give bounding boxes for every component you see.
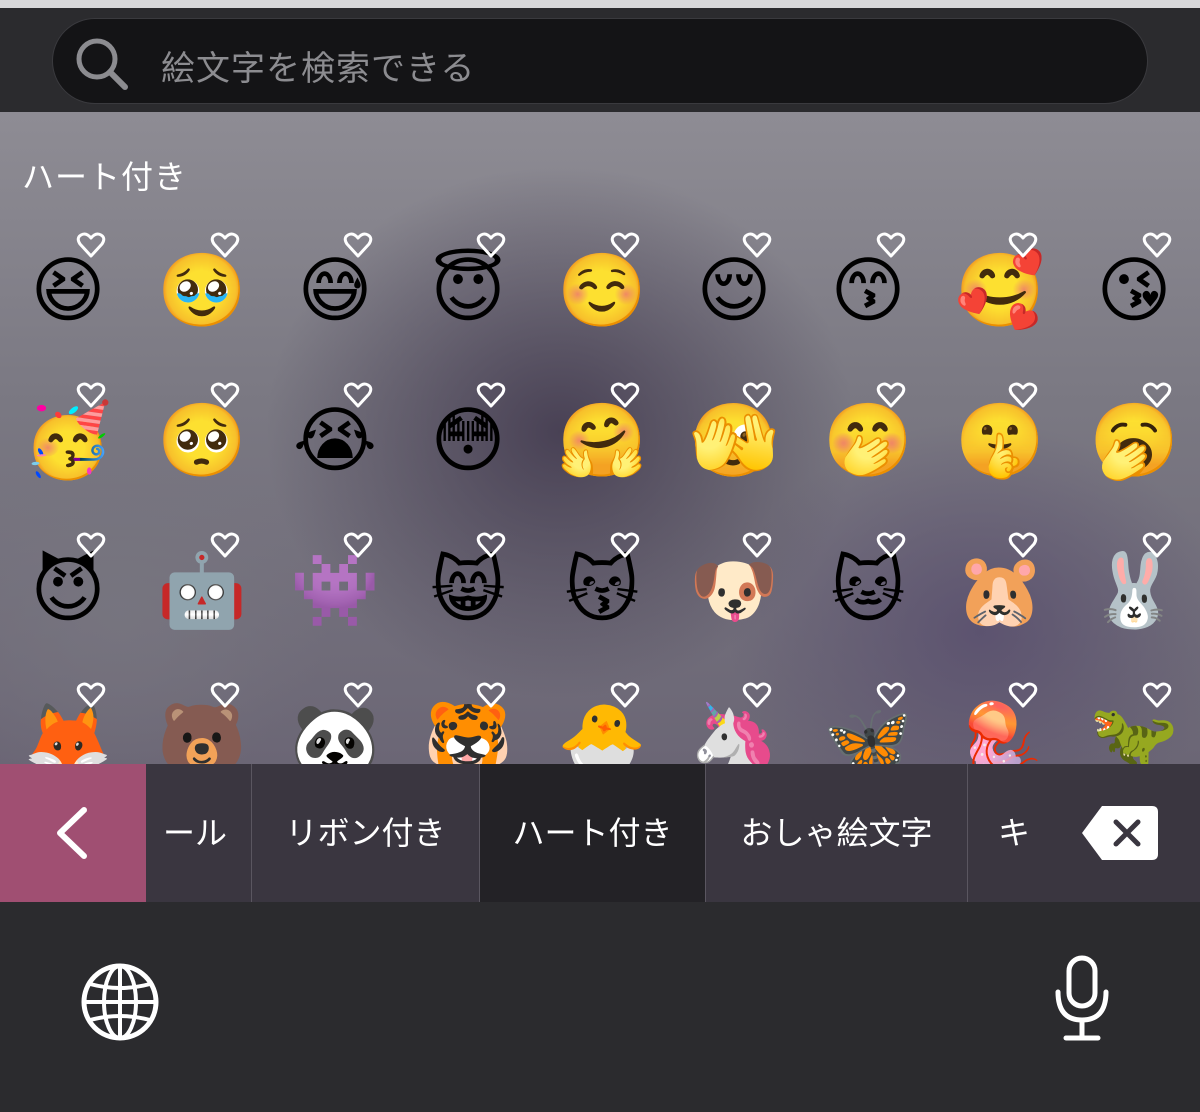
emoji-cell[interactable]: 🦋	[818, 682, 928, 764]
emoji-cell[interactable]: 😳	[418, 382, 528, 492]
emoji-keyboard-screen: 絵文字を検索できる ハート付き 😆 🥹 😅 😇 ☺️ 😌 😙 🥰 😘 🥳 🥺 😭 😳 🤗 🫣 🤭 🤫 🥱 😈 🤖 👾 😸 😽…	[0, 0, 1200, 1112]
emoji-cell[interactable]: 😸	[418, 532, 528, 642]
heart-mark-icon	[742, 382, 772, 408]
heart-mark-icon	[76, 532, 106, 558]
emoji-cell[interactable]: 😙	[818, 232, 928, 342]
category-bar: ール リボン付き ハート付き おしゃ絵文字 キ	[0, 764, 1200, 902]
heart-mark-icon	[742, 532, 772, 558]
emoji-cell[interactable]: 😈	[18, 532, 128, 642]
globe-icon[interactable]	[80, 962, 160, 1042]
tab-category-0[interactable]: ール	[146, 764, 252, 902]
emoji-cell[interactable]: 😘	[1084, 232, 1194, 342]
emoji-cell[interactable]: 🦖	[1084, 682, 1194, 764]
bottom-bar	[0, 902, 1200, 1112]
heart-mark-icon	[476, 682, 506, 708]
heart-mark-icon	[1008, 232, 1038, 258]
heart-mark-icon	[76, 682, 106, 708]
microphone-icon[interactable]	[1052, 954, 1112, 1044]
heart-mark-icon	[876, 382, 906, 408]
top-strip	[0, 0, 1200, 8]
heart-mark-icon	[610, 382, 640, 408]
emoji-cell[interactable]: 🤗	[552, 382, 662, 492]
heart-mark-icon	[343, 232, 373, 258]
heart-mark-icon	[610, 682, 640, 708]
heart-mark-icon	[742, 682, 772, 708]
emoji-cell[interactable]: 👾	[285, 532, 395, 642]
heart-mark-icon	[1142, 532, 1172, 558]
emoji-cell[interactable]: 😇	[418, 232, 528, 342]
heart-mark-icon	[343, 532, 373, 558]
emoji-cell[interactable]: 🐻	[152, 682, 262, 764]
search-icon	[76, 38, 128, 90]
heart-mark-icon	[1008, 682, 1038, 708]
tab-ribbon[interactable]: リボン付き	[252, 764, 480, 902]
heart-mark-icon	[210, 232, 240, 258]
heart-mark-icon	[476, 532, 506, 558]
heart-mark-icon	[742, 232, 772, 258]
emoji-cell[interactable]: 😽	[552, 532, 662, 642]
back-button[interactable]	[0, 764, 146, 902]
heart-mark-icon	[610, 232, 640, 258]
search-area: 絵文字を検索できる	[0, 8, 1200, 112]
heart-mark-icon	[1142, 682, 1172, 708]
heart-mark-icon	[343, 682, 373, 708]
heart-mark-icon	[76, 232, 106, 258]
emoji-cell[interactable]: 😭	[285, 382, 395, 492]
emoji-cell[interactable]: 🐹	[950, 532, 1060, 642]
emoji-cell[interactable]: 🤖	[152, 532, 262, 642]
emoji-cell[interactable]: 🦄	[684, 682, 794, 764]
chevron-left-icon	[57, 807, 87, 859]
heart-mark-icon	[76, 382, 106, 408]
emoji-cell[interactable]: 🥱	[1084, 382, 1194, 492]
tab-fashion-emoji[interactable]: おしゃ絵文字	[706, 764, 968, 902]
search-input[interactable]: 絵文字を検索できる	[52, 18, 1148, 104]
emoji-cell[interactable]: 🤫	[950, 382, 1060, 492]
category-tabs: ール リボン付き ハート付き おしゃ絵文字 キ	[146, 764, 1200, 902]
heart-mark-icon	[876, 682, 906, 708]
emoji-cell[interactable]: 😅	[285, 232, 395, 342]
emoji-panel: ハート付き 😆 🥹 😅 😇 ☺️ 😌 😙 🥰 😘 🥳 🥺 😭 😳 🤗 🫣 🤭 🤫 🥱 😈 🤖 👾 😸 😽 🐶 🐱 🐹 🐰 🦊 🐻 🐼 🐯 🐣 🦄…	[0, 112, 1200, 764]
heart-mark-icon	[876, 232, 906, 258]
heart-mark-icon	[610, 532, 640, 558]
heart-mark-icon	[210, 382, 240, 408]
tab-heart[interactable]: ハート付き	[480, 764, 706, 902]
emoji-cell[interactable]: 😌	[684, 232, 794, 342]
emoji-cell[interactable]: 🐣	[552, 682, 662, 764]
emoji-cell[interactable]: 🫣	[684, 382, 794, 492]
heart-mark-icon	[1142, 232, 1172, 258]
heart-mark-icon	[1142, 382, 1172, 408]
emoji-cell[interactable]: 🥺	[152, 382, 262, 492]
emoji-cell[interactable]: 🐱	[818, 532, 928, 642]
emoji-cell[interactable]: 🥳	[18, 382, 128, 492]
emoji-cell[interactable]: ☺️	[552, 232, 662, 342]
emoji-cell[interactable]: 🤭	[818, 382, 928, 492]
heart-mark-icon	[1008, 382, 1038, 408]
emoji-cell[interactable]: 🪼	[950, 682, 1060, 764]
emoji-cell[interactable]: 🥰	[950, 232, 1060, 342]
search-placeholder: 絵文字を検索できる	[161, 49, 476, 89]
heart-mark-icon	[876, 532, 906, 558]
emoji-cell[interactable]: 🥹	[152, 232, 262, 342]
heart-mark-icon	[343, 382, 373, 408]
emoji-cell[interactable]: 😆	[18, 232, 128, 342]
heart-mark-icon	[210, 532, 240, 558]
emoji-cell[interactable]: 🦊	[18, 682, 128, 764]
delete-backspace-icon[interactable]	[1080, 802, 1160, 864]
heart-mark-icon	[476, 382, 506, 408]
section-title: ハート付き	[22, 158, 188, 196]
heart-mark-icon	[210, 682, 240, 708]
emoji-cell[interactable]: 🐯	[418, 682, 528, 764]
emoji-cell[interactable]: 🐶	[684, 532, 794, 642]
heart-mark-icon	[476, 232, 506, 258]
emoji-cell[interactable]: 🐼	[285, 682, 395, 764]
emoji-cell[interactable]: 🐰	[1084, 532, 1194, 642]
heart-mark-icon	[1008, 532, 1038, 558]
